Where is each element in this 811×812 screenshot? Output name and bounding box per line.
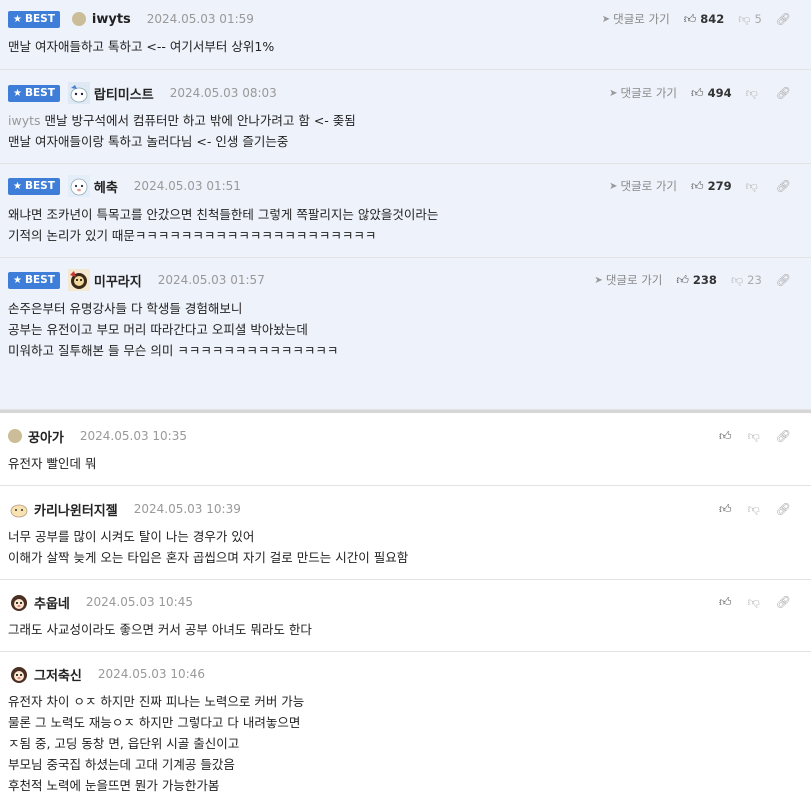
comment-text: 너무 공부를 많이 시켜도 탈이 나는 경우가 있어: [8, 529, 255, 544]
comment-text: 유전자 빨인데 뭐: [8, 456, 97, 471]
comment-date: 2024.05.03 10:39: [133, 502, 241, 516]
star-icon: ★: [13, 274, 22, 286]
nickname[interactable]: 꿍아가: [28, 427, 64, 446]
thumbs-down-icon[interactable]: 👎︎: [746, 179, 758, 194]
goto-reply-link[interactable]: ➤ 댓글로 가기: [602, 11, 670, 27]
goto-reply-link[interactable]: ➤ 댓글로 가기: [609, 85, 677, 101]
comment-text: 공부는 유전이고 부모 머리 따라간다고 오피셜 박아놨는데: [8, 322, 308, 337]
comment: 꿍아가 2024.05.03 10:35 👍︎ 👎︎ 🔗︎ 유전자 빨인데 뭐: [0, 410, 811, 486]
star-icon: ★: [13, 13, 22, 25]
downvote-count: 5: [754, 12, 762, 26]
comment-best-4: ★ BEST 미꾸라지 2024.05.03 01:57 ➤ 댓글로 가기 👍︎ 2…: [0, 258, 811, 410]
avatar[interactable]: [71, 12, 86, 26]
thumbs-up-icon[interactable]: 👍︎: [691, 86, 704, 101]
arrow-icon: ➤: [609, 180, 618, 192]
comment-text: 유전자 차이 ㅇㅈ 하지만 진짜 피나는 노력으로 커버 가능: [8, 694, 305, 709]
comment-text: iwyts 맨날 방구석에서 컴퓨터만 하고 밖에 안나가려고 함 <- 좆됨: [8, 113, 356, 128]
thumbs-up-icon[interactable]: 👍︎: [719, 429, 732, 444]
best-badge: ★ BEST: [8, 84, 60, 102]
comment: 추웁네 2024.05.03 10:45 👍︎ 👎︎ 🔗︎ 그래도 사교성이라도…: [0, 580, 811, 652]
thumbs-down-icon[interactable]: 👎︎: [748, 502, 760, 517]
thumbs-down-icon[interactable]: 👎︎: [738, 12, 750, 27]
comment-date: 2024.05.03 01:57: [157, 273, 265, 287]
link-icon[interactable]: 🔗︎: [776, 429, 791, 443]
comment-text: 맨날 여자애들하고 톡하고 <-- 여기서부터 상위1%: [8, 39, 275, 54]
comment-best-3: ★ BEST 헤축 2024.05.03 01:51 ➤ 댓글로 가기 👍︎ 279…: [0, 164, 811, 258]
comment-text: 왜냐면 조카년이 특목고를 안갔으면 친척들한테 그렇게 쪽팔리지는 않았을것이…: [8, 207, 439, 222]
link-icon[interactable]: 🔗︎: [776, 273, 791, 287]
avatar[interactable]: [8, 591, 30, 613]
avatar[interactable]: [67, 82, 90, 104]
comment-text: 이해가 살짝 늦게 오는 타입은 혼자 곱씹으며 자기 걸로 만드는 시간이 필…: [8, 550, 409, 565]
comment-text: 후천적 노력에 눈을뜨면 뭔가 가능한가봄: [8, 778, 220, 793]
reply-to-nick[interactable]: iwyts: [8, 113, 41, 128]
comment-text: 기적의 논리가 있기 때문ㅋㅋㅋㅋㅋㅋㅋㅋㅋㅋㅋㅋㅋㅋㅋㅋㅋㅋㅋㅋㅋ: [8, 228, 377, 243]
comment: 그저축신 2024.05.03 10:46 유전자 차이 ㅇㅈ 하지만 진짜 피…: [0, 652, 811, 812]
goto-reply-link[interactable]: ➤ 댓글로 가기: [609, 178, 677, 194]
thumbs-up-icon[interactable]: 👍︎: [676, 273, 689, 288]
best-badge: ★ BEST: [8, 177, 60, 195]
avatar[interactable]: [8, 498, 30, 520]
comment-date: 2024.05.03 10:46: [97, 667, 205, 681]
comment-date: 2024.05.03 10:35: [79, 429, 187, 443]
thumbs-up-icon[interactable]: 👍︎: [691, 179, 704, 194]
arrow-icon: ➤: [594, 274, 603, 286]
star-icon: ★: [13, 87, 22, 99]
comment-text: 맨날 여자애들이랑 톡하고 놀러다님 <- 인생 즐기는중: [8, 134, 289, 149]
comment-text: 부모님 중국집 하셨는데 고대 기계공 들갔음: [8, 757, 235, 772]
comment-date: 2024.05.03 01:51: [133, 179, 241, 193]
nickname[interactable]: 추웁네: [34, 593, 70, 612]
comment-text: 손주은부터 유명강사들 다 학생들 경험해보니: [8, 301, 243, 316]
comment-text: 물론 그 노력도 재능ㅇㅈ 하지만 그렇다고 다 내려놓으면: [8, 715, 301, 730]
comment-date: 2024.05.03 01:59: [146, 12, 254, 26]
comment-text: 미워하고 질투해본 들 무슨 의미 ㅋㅋㅋㅋㅋㅋㅋㅋㅋㅋㅋㅋㅋㅋ: [8, 343, 339, 358]
downvote-count: 23: [747, 273, 762, 287]
link-icon[interactable]: 🔗︎: [776, 502, 791, 516]
goto-reply-link[interactable]: ➤ 댓글로 가기: [594, 272, 662, 288]
link-icon[interactable]: 🔗︎: [776, 12, 791, 26]
thumbs-up-icon[interactable]: 👍︎: [719, 595, 732, 610]
thumbs-up-icon[interactable]: 👍︎: [684, 12, 697, 27]
best-badge: ★ BEST: [8, 10, 60, 28]
thumbs-up-icon[interactable]: 👍︎: [719, 502, 732, 517]
upvote-count: 842: [700, 12, 725, 26]
nickname[interactable]: 미꾸라지: [94, 271, 142, 290]
link-icon[interactable]: 🔗︎: [776, 86, 791, 100]
arrow-icon: ➤: [601, 13, 611, 25]
avatar[interactable]: [67, 175, 90, 197]
comment-text: ㅈ됨 중, 고딩 동창 면, 읍단위 시골 출신이고: [8, 736, 240, 751]
upvote-count: 279: [707, 179, 732, 193]
comment-best-2: ★ BEST 랍티미스트 2024.05.03 08:03 ➤ 댓글로 가기 👍︎ …: [0, 70, 811, 164]
arrow-icon: ➤: [609, 87, 618, 99]
nickname[interactable]: 카리나윈터지젤: [34, 500, 118, 519]
nickname[interactable]: 그저축신: [34, 665, 82, 684]
comment-best-1: ★ BEST iwyts 2024.05.03 01:59 ➤ 댓글로 가기 👍︎ …: [0, 0, 811, 70]
nickname[interactable]: iwyts: [92, 12, 131, 27]
avatar[interactable]: [8, 429, 22, 443]
comment: 카리나윈터지젤 2024.05.03 10:39 👍︎ 👎︎ 🔗︎ 너무 공부를…: [0, 486, 811, 580]
thumbs-down-icon[interactable]: 👎︎: [746, 86, 758, 101]
thumbs-down-icon[interactable]: 👎︎: [748, 429, 760, 444]
upvote-count: 238: [692, 273, 717, 287]
comment-text: 그래도 사교성이라도 좋으면 커서 공부 아녀도 뭐라도 한다: [8, 622, 312, 637]
comment-date: 2024.05.03 10:45: [85, 595, 193, 609]
thumbs-down-icon[interactable]: 👎︎: [748, 595, 760, 610]
link-icon[interactable]: 🔗︎: [776, 595, 791, 609]
nickname[interactable]: 헤축: [94, 177, 118, 196]
upvote-count: 494: [707, 86, 732, 100]
link-icon[interactable]: 🔗︎: [776, 179, 791, 193]
star-icon: ★: [13, 180, 22, 192]
avatar[interactable]: [8, 663, 30, 685]
thumbs-down-icon[interactable]: 👎︎: [731, 273, 743, 288]
best-badge: ★ BEST: [8, 271, 60, 289]
nickname[interactable]: 랍티미스트: [94, 84, 154, 103]
avatar[interactable]: [67, 269, 90, 291]
comment-date: 2024.05.03 08:03: [169, 86, 277, 100]
